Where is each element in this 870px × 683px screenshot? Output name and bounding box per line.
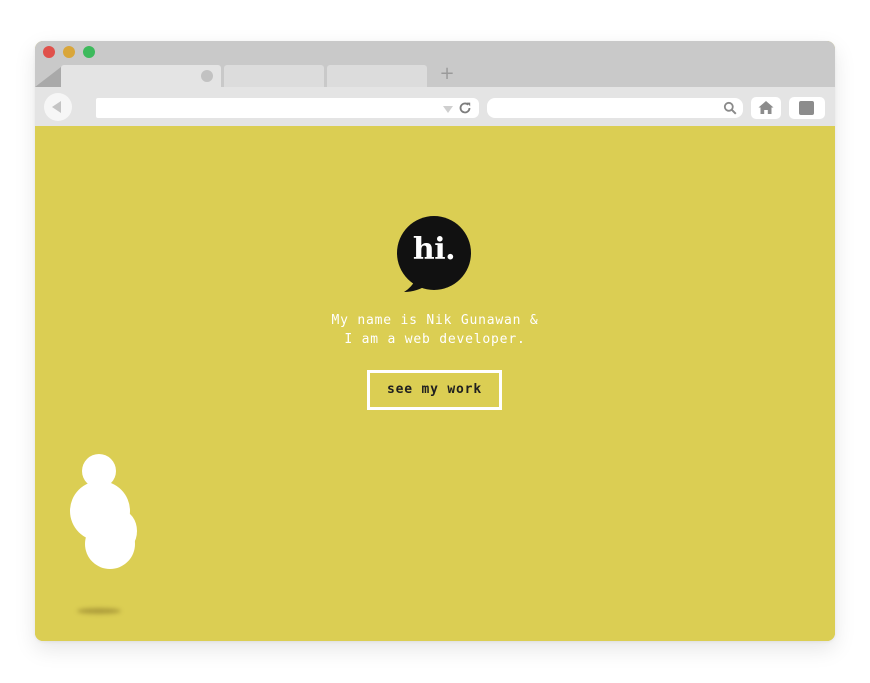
intro-line-1: My name is Nik Gunawan & — [331, 313, 539, 328]
logo-text: hi. — [412, 232, 456, 267]
search-icon[interactable] — [723, 101, 737, 115]
url-dropdown-icon[interactable] — [443, 106, 453, 113]
minimize-window-button[interactable] — [63, 46, 75, 58]
browser-window: + hi. My name is Nik Gunawan & I am a we… — [35, 41, 835, 641]
maximize-window-button[interactable] — [83, 46, 95, 58]
home-icon — [758, 101, 774, 114]
close-window-button[interactable] — [43, 46, 55, 58]
tab-close-icon[interactable] — [201, 70, 213, 82]
search-bar[interactable] — [487, 98, 743, 118]
tab-active[interactable] — [61, 65, 221, 87]
home-button[interactable] — [751, 97, 781, 119]
decorative-blob-bottom — [85, 519, 135, 569]
title-bar: + — [35, 41, 835, 87]
intro-text: My name is Nik Gunawan & I am a web deve… — [235, 311, 635, 349]
tab-corner — [35, 67, 61, 87]
see-my-work-button[interactable]: see my work — [367, 370, 502, 410]
tab-2[interactable] — [224, 65, 324, 87]
extension-button[interactable] — [789, 97, 825, 119]
intro-line-2: I am a web developer. — [344, 332, 526, 347]
page-content: hi. My name is Nik Gunawan & I am a web … — [35, 126, 835, 641]
back-button[interactable] — [44, 93, 72, 121]
new-tab-button[interactable]: + — [437, 63, 457, 85]
window-icon — [799, 101, 814, 115]
reload-icon[interactable] — [458, 101, 472, 115]
blob-shadow — [77, 608, 121, 614]
browser-toolbar — [35, 87, 835, 126]
tab-3[interactable] — [327, 65, 427, 87]
url-bar[interactable] — [96, 98, 479, 118]
